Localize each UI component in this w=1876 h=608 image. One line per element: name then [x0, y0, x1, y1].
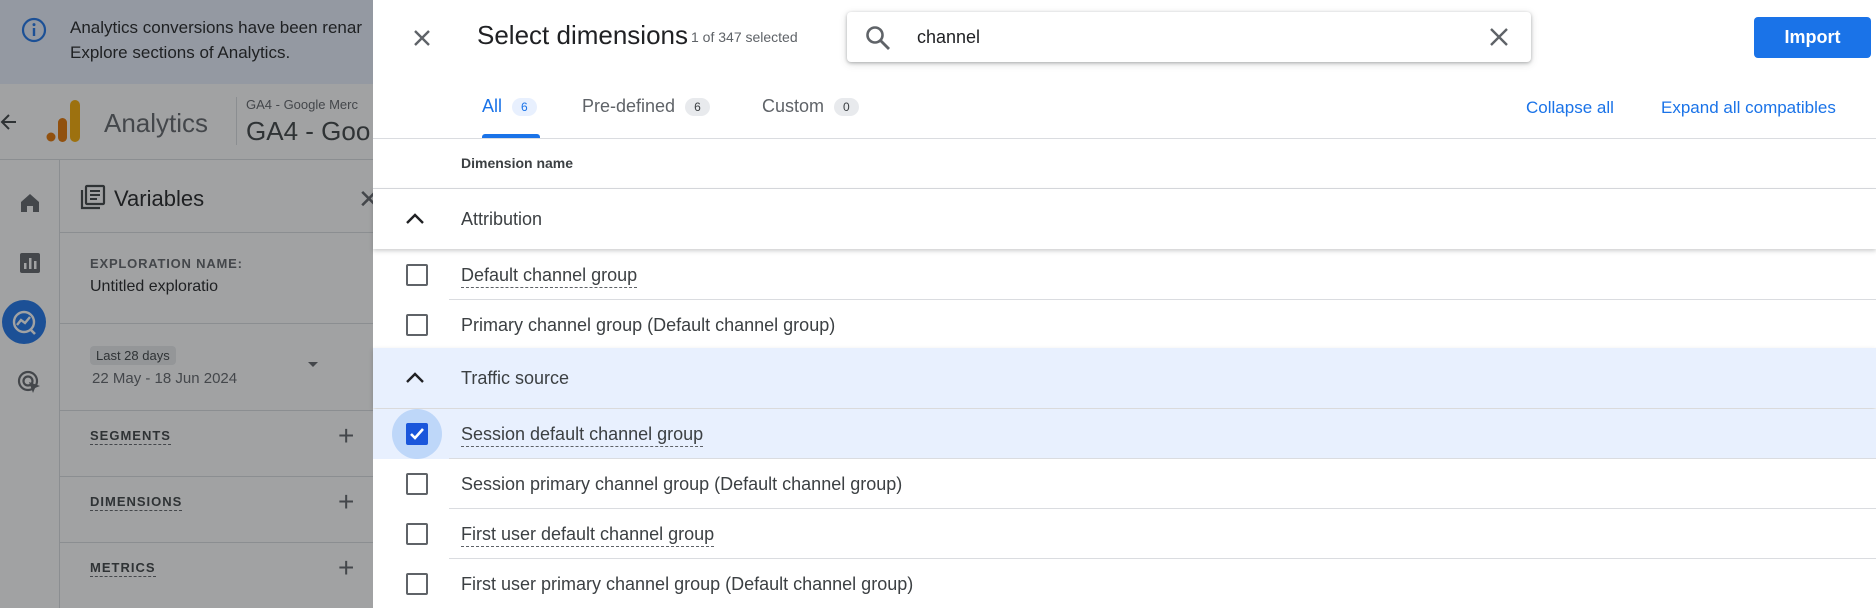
divider — [373, 138, 1876, 139]
tab-count-badge: 6 — [685, 97, 710, 116]
tab-count-badge: 6 — [512, 97, 537, 116]
modal-scrim[interactable] — [0, 0, 374, 608]
list-item-selected[interactable]: Session default channel group — [373, 409, 1876, 459]
tab-label: Pre-defined — [582, 96, 676, 116]
search-icon — [866, 26, 890, 50]
tab-label: All — [482, 96, 503, 116]
list-item[interactable]: First user default channel group — [373, 509, 1876, 559]
chevron-up-icon[interactable] — [403, 209, 427, 229]
group-label: Traffic source — [461, 368, 570, 388]
chevron-up-icon[interactable] — [403, 368, 427, 388]
tab-label: Custom — [762, 96, 825, 116]
dimension-label: First user primary channel group (Defaul… — [461, 574, 914, 594]
import-button[interactable]: Import — [1754, 17, 1871, 58]
dimension-label: Session primary channel group (Default c… — [461, 474, 903, 494]
checkbox[interactable] — [406, 264, 428, 286]
expand-all-compatibles-button[interactable]: Expand all compatibles — [1661, 98, 1836, 118]
clear-search-icon[interactable] — [1487, 25, 1511, 49]
list-item[interactable]: Default channel group — [373, 250, 1876, 300]
dimension-label: Default channel group — [461, 265, 638, 288]
group-label: Attribution — [461, 209, 543, 229]
checkbox[interactable] — [406, 473, 428, 495]
checkbox-checked[interactable] — [406, 423, 428, 445]
list-item[interactable]: Primary channel group (Default channel g… — [373, 300, 1876, 350]
close-icon[interactable] — [408, 24, 436, 52]
column-header-dimension-name: Dimension name — [461, 155, 574, 171]
checkbox[interactable] — [406, 573, 428, 595]
checkmark-icon — [410, 428, 424, 440]
collapse-all-button[interactable]: Collapse all — [1526, 98, 1614, 118]
selected-count: 1 of 347 selected — [691, 29, 798, 45]
dimension-label: Session default channel group — [461, 424, 704, 447]
dimension-label: First user default channel group — [461, 524, 715, 547]
checkbox[interactable] — [406, 523, 428, 545]
tab-custom[interactable]: Custom 0 — [762, 96, 859, 117]
tab-count-badge: 0 — [834, 97, 859, 116]
group-header-traffic-source[interactable]: Traffic source — [373, 348, 1876, 408]
group-header-attribution[interactable]: Attribution — [373, 189, 1876, 249]
list-item[interactable]: Session primary channel group (Default c… — [373, 459, 1876, 509]
tab-pre-defined[interactable]: Pre-defined 6 — [582, 96, 710, 117]
dialog-title: Select dimensions — [477, 20, 688, 50]
checkbox[interactable] — [406, 314, 428, 336]
select-dimensions-dialog: Select dimensions 1 of 347 selected Impo… — [373, 0, 1876, 608]
dimension-label: Primary channel group (Default channel g… — [461, 315, 836, 335]
search-input[interactable] — [917, 25, 1457, 49]
list-item[interactable]: First user primary channel group (Defaul… — [373, 559, 1876, 608]
search-box[interactable] — [847, 12, 1531, 62]
tab-all[interactable]: All 6 — [482, 96, 537, 117]
